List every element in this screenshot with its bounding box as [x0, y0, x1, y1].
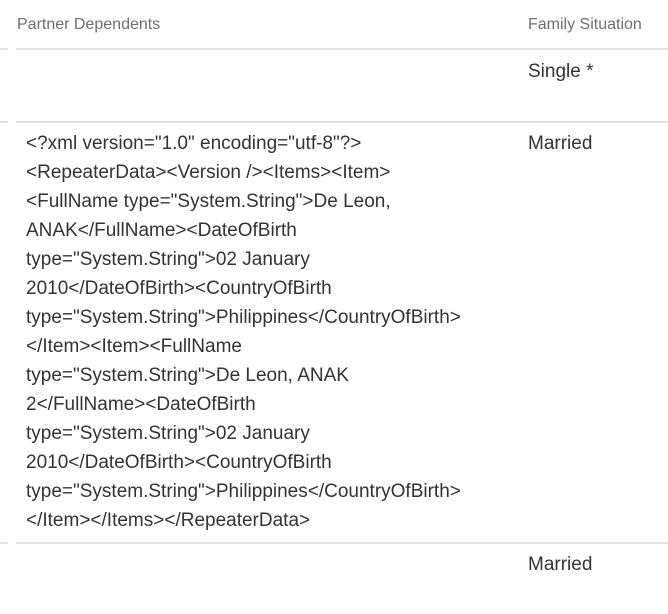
table-header-row: Partner Dependents Family Situation: [0, 0, 668, 48]
cell-partner-dependents: [0, 544, 521, 614]
cell-family-situation: Single *: [521, 50, 668, 121]
cell-family-situation: Married: [521, 544, 668, 614]
cell-partner-dependents: [0, 50, 521, 121]
table-row[interactable]: <?xml version="1.0" encoding="utf-8"?> <…: [0, 123, 668, 542]
cell-value: Single *: [528, 61, 594, 82]
column-header-partner-dependents[interactable]: Partner Dependents: [17, 16, 160, 34]
column-header-family-situation[interactable]: Family Situation: [528, 16, 642, 34]
cell-value: Married: [528, 133, 593, 154]
table-row[interactable]: Married: [0, 544, 668, 614]
cell-value: Married: [528, 554, 593, 575]
cell-partner-dependents: <?xml version="1.0" encoding="utf-8"?> <…: [0, 123, 521, 542]
cell-value: <?xml version="1.0" encoding="utf-8"?> <…: [26, 133, 461, 531]
cell-family-situation: Married: [521, 123, 668, 542]
table-row[interactable]: Single *: [0, 50, 668, 121]
